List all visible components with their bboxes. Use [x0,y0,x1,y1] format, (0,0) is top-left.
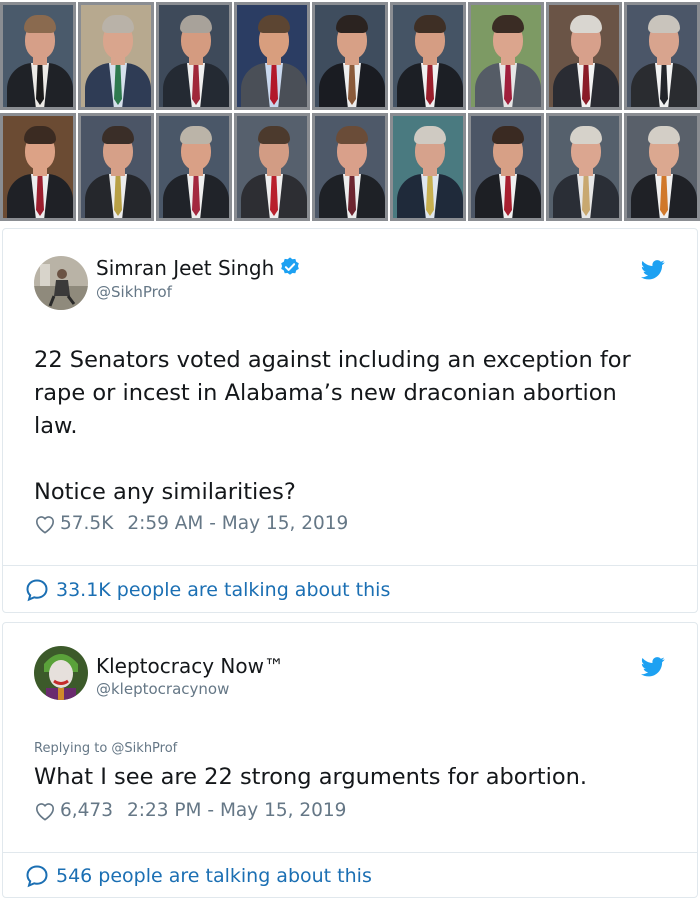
portrait-row-2 [0,113,700,221]
senator-portrait [546,2,622,110]
senator-portrait [312,113,388,221]
senator-portrait [156,113,232,221]
avatar-photo [34,256,88,310]
twitter-bird-icon[interactable] [641,260,665,280]
portrait-hair [336,15,368,33]
portrait-hair [492,126,524,144]
senator-portrait [468,113,544,221]
talking-text[interactable]: 33.1K people are talking about this [56,579,390,601]
tweet-meta: 6,473 2:23 PM - May 15, 2019 [34,800,346,821]
senator-portrait [78,113,154,221]
speech-bubble-icon [26,865,48,888]
display-name-text[interactable]: Simran Jeet Singh [96,256,274,280]
timestamp[interactable]: 2:23 PM - May 15, 2019 [127,800,347,821]
senator-portrait [234,113,310,221]
display-name[interactable]: Kleptocracy Now™ [96,654,284,678]
twitter-bird-icon[interactable] [641,657,665,677]
like-count[interactable]: 6,473 [60,800,113,821]
portrait-hair [258,126,290,144]
avatar-photo [34,646,88,700]
portrait-hair [102,126,134,144]
divider [3,565,697,566]
portrait-hair [24,15,56,33]
handle[interactable]: @kleptocracynow [96,680,229,698]
senator-portrait [624,113,700,221]
portrait-hair [102,15,134,33]
replying-to[interactable]: Replying to @SikhProf [34,741,177,756]
portrait-hair [414,126,446,144]
tweet-text: What I see are 22 strong arguments for a… [34,764,588,790]
verified-badge-icon [281,257,300,275]
senator-portrait [0,2,76,110]
avatar[interactable] [34,646,88,700]
tweet-card-simran[interactable]: Simran Jeet Singh @SikhProf 22 Senators … [2,228,698,613]
senator-portrait [546,113,622,221]
senator-portrait [624,2,700,110]
portrait-hair [258,15,290,33]
senator-portrait [234,2,310,110]
senator-portrait [390,2,466,110]
portrait-hair [180,126,212,144]
portrait-hair [570,126,602,144]
timestamp[interactable]: 2:59 AM - May 15, 2019 [127,513,348,534]
heart-outline-icon[interactable] [34,514,56,534]
portrait-hair [180,15,212,33]
portrait-hair [570,15,602,33]
senator-portrait [78,2,154,110]
portrait-hair [414,15,446,33]
tweet-card-kleptocracy[interactable]: Kleptocracy Now™ @kleptocracynow Replyin… [2,622,698,898]
heart-outline-icon[interactable] [34,801,56,821]
talking-link[interactable]: 546 people are talking about this [25,864,372,888]
talking-text[interactable]: 546 people are talking about this [56,865,372,887]
senator-portrait [156,2,232,110]
portrait-hair [648,15,680,33]
senator-portrait [390,113,466,221]
portrait-hair [648,126,680,144]
tweet-meta: 57.5K 2:59 AM - May 15, 2019 [34,513,348,534]
senator-portrait-grid [0,0,700,224]
portrait-hair [24,126,56,144]
divider [3,852,697,853]
portrait-hair [336,126,368,144]
tweet-text: 22 Senators voted against including an e… [34,347,631,505]
handle[interactable]: @SikhProf [96,283,172,301]
portrait-row-1 [0,2,700,110]
avatar[interactable] [34,256,88,310]
like-count[interactable]: 57.5K [60,513,113,534]
portrait-hair [492,15,524,33]
senator-portrait [468,2,544,110]
display-name[interactable]: Simran Jeet Singh [96,256,301,280]
senator-portrait [312,2,388,110]
speech-bubble-icon [26,579,48,602]
talking-link[interactable]: 33.1K people are talking about this [25,578,390,602]
senator-portrait [0,113,76,221]
